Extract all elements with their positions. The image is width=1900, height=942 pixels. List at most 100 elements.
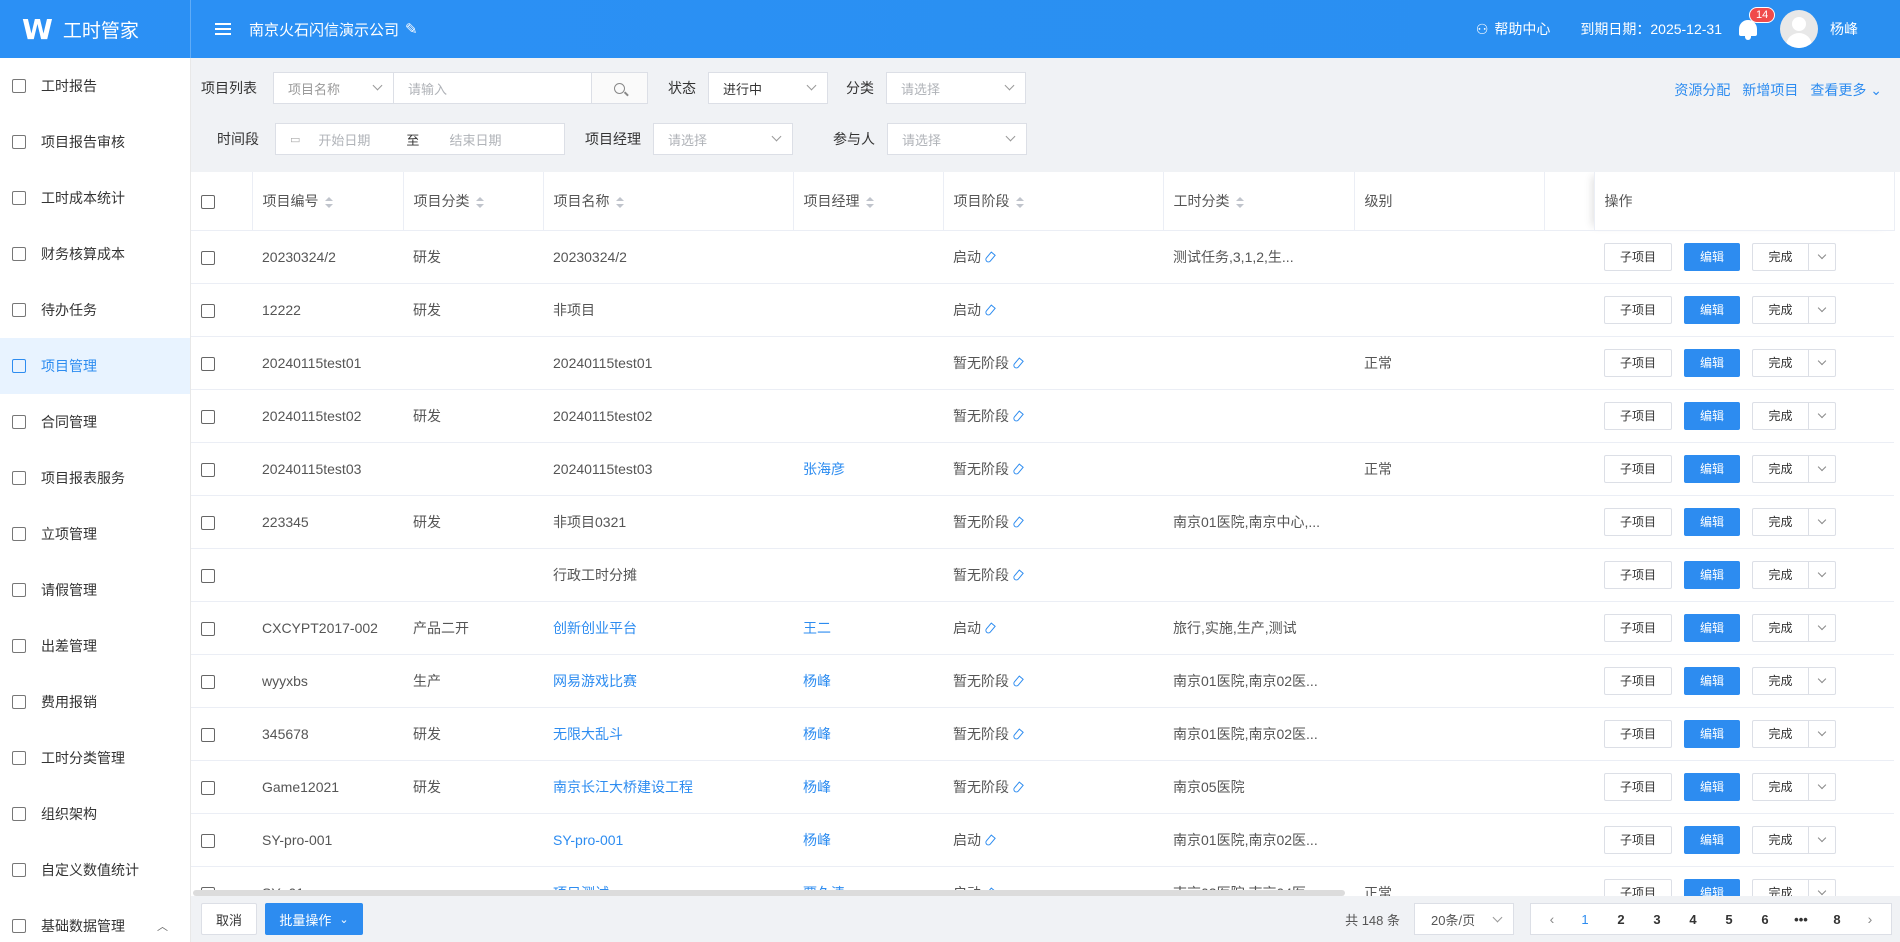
sub-project-button[interactable]: 子项目 <box>1604 401 1672 430</box>
row-checkbox[interactable] <box>201 621 215 636</box>
sub-project-button[interactable]: 子项目 <box>1604 613 1672 642</box>
complete-button[interactable]: 完成 <box>1753 349 1809 376</box>
edit-button[interactable]: 编辑 <box>1684 719 1740 748</box>
complete-button[interactable]: 完成 <box>1753 879 1809 896</box>
more-actions-dropdown[interactable] <box>1809 303 1835 313</box>
page-number[interactable]: 3 <box>1639 912 1675 927</box>
page-number[interactable]: 2 <box>1603 912 1639 927</box>
help-center-link[interactable]: ⚇ 帮助中心 <box>1476 19 1551 39</box>
sort-icon[interactable] <box>1015 196 1024 208</box>
search-input[interactable]: 请输入 <box>394 72 592 104</box>
cell-name[interactable]: 创新创业平台 <box>543 601 793 655</box>
sidebar-item[interactable]: 项目报告审核 <box>0 114 190 170</box>
edit-button[interactable]: 编辑 <box>1684 613 1740 642</box>
sub-project-button[interactable]: 子项目 <box>1604 719 1672 748</box>
table-row[interactable]: 行政工时分摊 暂无阶段 子项目 编辑 完成 <box>191 548 1894 602</box>
page-number[interactable]: 4 <box>1675 912 1711 927</box>
edit-button[interactable]: 编辑 <box>1684 560 1740 589</box>
resource-allocation-link[interactable]: 资源分配 <box>1674 80 1730 100</box>
row-checkbox[interactable] <box>201 409 215 424</box>
more-actions-dropdown[interactable] <box>1809 409 1835 419</box>
search-button[interactable] <box>592 72 648 104</box>
sort-icon[interactable] <box>865 196 874 208</box>
edit-button[interactable]: 编辑 <box>1684 878 1740 896</box>
sidebar-item[interactable]: 基础数据管理 ︿ <box>0 898 190 942</box>
cell-manager[interactable]: 张海彦 <box>793 442 943 496</box>
cell-manager[interactable]: 杨峰 <box>793 654 943 708</box>
sort-icon[interactable] <box>615 196 624 208</box>
more-actions-dropdown[interactable] <box>1809 356 1835 366</box>
complete-button[interactable]: 完成 <box>1753 826 1809 853</box>
col-hour-category[interactable]: 工时分类 <box>1163 172 1355 231</box>
sub-project-button[interactable]: 子项目 <box>1604 454 1672 483</box>
sidebar-item[interactable]: 立项管理 <box>0 506 190 562</box>
sidebar-item[interactable]: 项目报表服务 <box>0 450 190 506</box>
complete-split-button[interactable]: 完成 <box>1752 772 1836 801</box>
cell-manager[interactable]: 王二 <box>793 601 943 655</box>
complete-split-button[interactable]: 完成 <box>1752 507 1836 536</box>
more-actions-dropdown[interactable] <box>1809 462 1835 472</box>
complete-button[interactable]: 完成 <box>1753 455 1809 482</box>
col-manager[interactable]: 项目经理 <box>793 172 944 231</box>
page-number[interactable]: ••• <box>1783 912 1819 927</box>
edit-stage-icon[interactable] <box>1012 516 1024 529</box>
sidebar-item[interactable]: 项目管理 <box>0 338 190 394</box>
table-row[interactable]: 12222 研发 非项目 启动 子项目 编辑 完成 <box>191 283 1894 337</box>
table-row[interactable]: 20230324/2 研发 20230324/2 启动 测试任务,3,1,2,生... 子… <box>191 230 1894 284</box>
edit-stage-icon[interactable] <box>984 834 996 847</box>
complete-button[interactable]: 完成 <box>1753 667 1809 694</box>
complete-button[interactable]: 完成 <box>1753 720 1809 747</box>
sub-project-button[interactable]: 子项目 <box>1604 295 1672 324</box>
complete-split-button[interactable]: 完成 <box>1752 295 1836 324</box>
complete-split-button[interactable]: 完成 <box>1752 825 1836 854</box>
complete-button[interactable]: 完成 <box>1753 561 1809 588</box>
view-more-link[interactable]: 查看更多 ⌄ <box>1810 80 1882 100</box>
row-checkbox[interactable] <box>201 833 215 848</box>
complete-split-button[interactable]: 完成 <box>1752 719 1836 748</box>
row-checkbox[interactable] <box>201 462 215 477</box>
table-row[interactable]: CXCYPT2017-002 产品二开 创新创业平台 王二 启动 旅行,实施,生产,测试 子… <box>191 601 1894 655</box>
edit-stage-icon[interactable] <box>984 622 996 635</box>
sort-icon[interactable] <box>475 196 484 208</box>
edit-stage-icon[interactable] <box>1012 675 1024 688</box>
complete-split-button[interactable]: 完成 <box>1752 560 1836 589</box>
sub-project-button[interactable]: 子项目 <box>1604 666 1672 695</box>
table-row[interactable]: 20240115test01 20240115test01 暂无阶段 正常 子项目 编辑完… <box>191 336 1894 390</box>
more-actions-dropdown[interactable] <box>1809 621 1835 631</box>
cell-manager[interactable]: 杨峰 <box>793 707 943 761</box>
sort-icon[interactable] <box>1235 196 1244 208</box>
edit-stage-icon[interactable] <box>984 304 996 317</box>
batch-operation-button[interactable]: 批量操作 ⌄ <box>265 903 363 935</box>
edit-button[interactable]: 编辑 <box>1684 242 1740 271</box>
complete-button[interactable]: 完成 <box>1753 508 1809 535</box>
date-range-picker[interactable]: ▭ 开始日期 至 结束日期 <box>275 123 565 155</box>
select-all-checkbox[interactable] <box>201 194 215 209</box>
sub-project-button[interactable]: 子项目 <box>1604 878 1672 896</box>
category-select[interactable]: 请选择 <box>886 72 1026 104</box>
row-checkbox[interactable] <box>201 568 215 583</box>
sidebar-item[interactable]: 财务核算成本 <box>0 226 190 282</box>
more-actions-dropdown[interactable] <box>1809 250 1835 260</box>
edit-stage-icon[interactable] <box>1012 569 1024 582</box>
edit-button[interactable]: 编辑 <box>1684 507 1740 536</box>
edit-stage-icon[interactable] <box>1012 728 1024 741</box>
cell-manager[interactable]: 杨峰 <box>793 813 943 867</box>
edit-button[interactable]: 编辑 <box>1684 401 1740 430</box>
sub-project-button[interactable]: 子项目 <box>1604 772 1672 801</box>
table-row[interactable]: 20240115test03 20240115test03 张海彦 暂无阶段 正常 子项目… <box>191 442 1894 496</box>
avatar[interactable] <box>1780 10 1818 48</box>
more-actions-dropdown[interactable] <box>1809 674 1835 684</box>
more-actions-dropdown[interactable] <box>1809 780 1835 790</box>
sidebar-item[interactable]: 合同管理 <box>0 394 190 450</box>
company-name[interactable]: 南京火石闪信演示公司 ✎ <box>249 19 418 40</box>
sidebar-item[interactable]: 请假管理 <box>0 562 190 618</box>
cell-manager[interactable]: 杨峰 <box>793 760 943 814</box>
complete-split-button[interactable]: 完成 <box>1752 666 1836 695</box>
complete-split-button[interactable]: 完成 <box>1752 242 1836 271</box>
more-actions-dropdown[interactable] <box>1809 515 1835 525</box>
sub-project-button[interactable]: 子项目 <box>1604 825 1672 854</box>
edit-button[interactable]: 编辑 <box>1684 295 1740 324</box>
sidebar-item[interactable]: 费用报销 <box>0 674 190 730</box>
page-size-select[interactable]: 20条/页 <box>1414 903 1514 935</box>
row-checkbox[interactable] <box>201 515 215 530</box>
